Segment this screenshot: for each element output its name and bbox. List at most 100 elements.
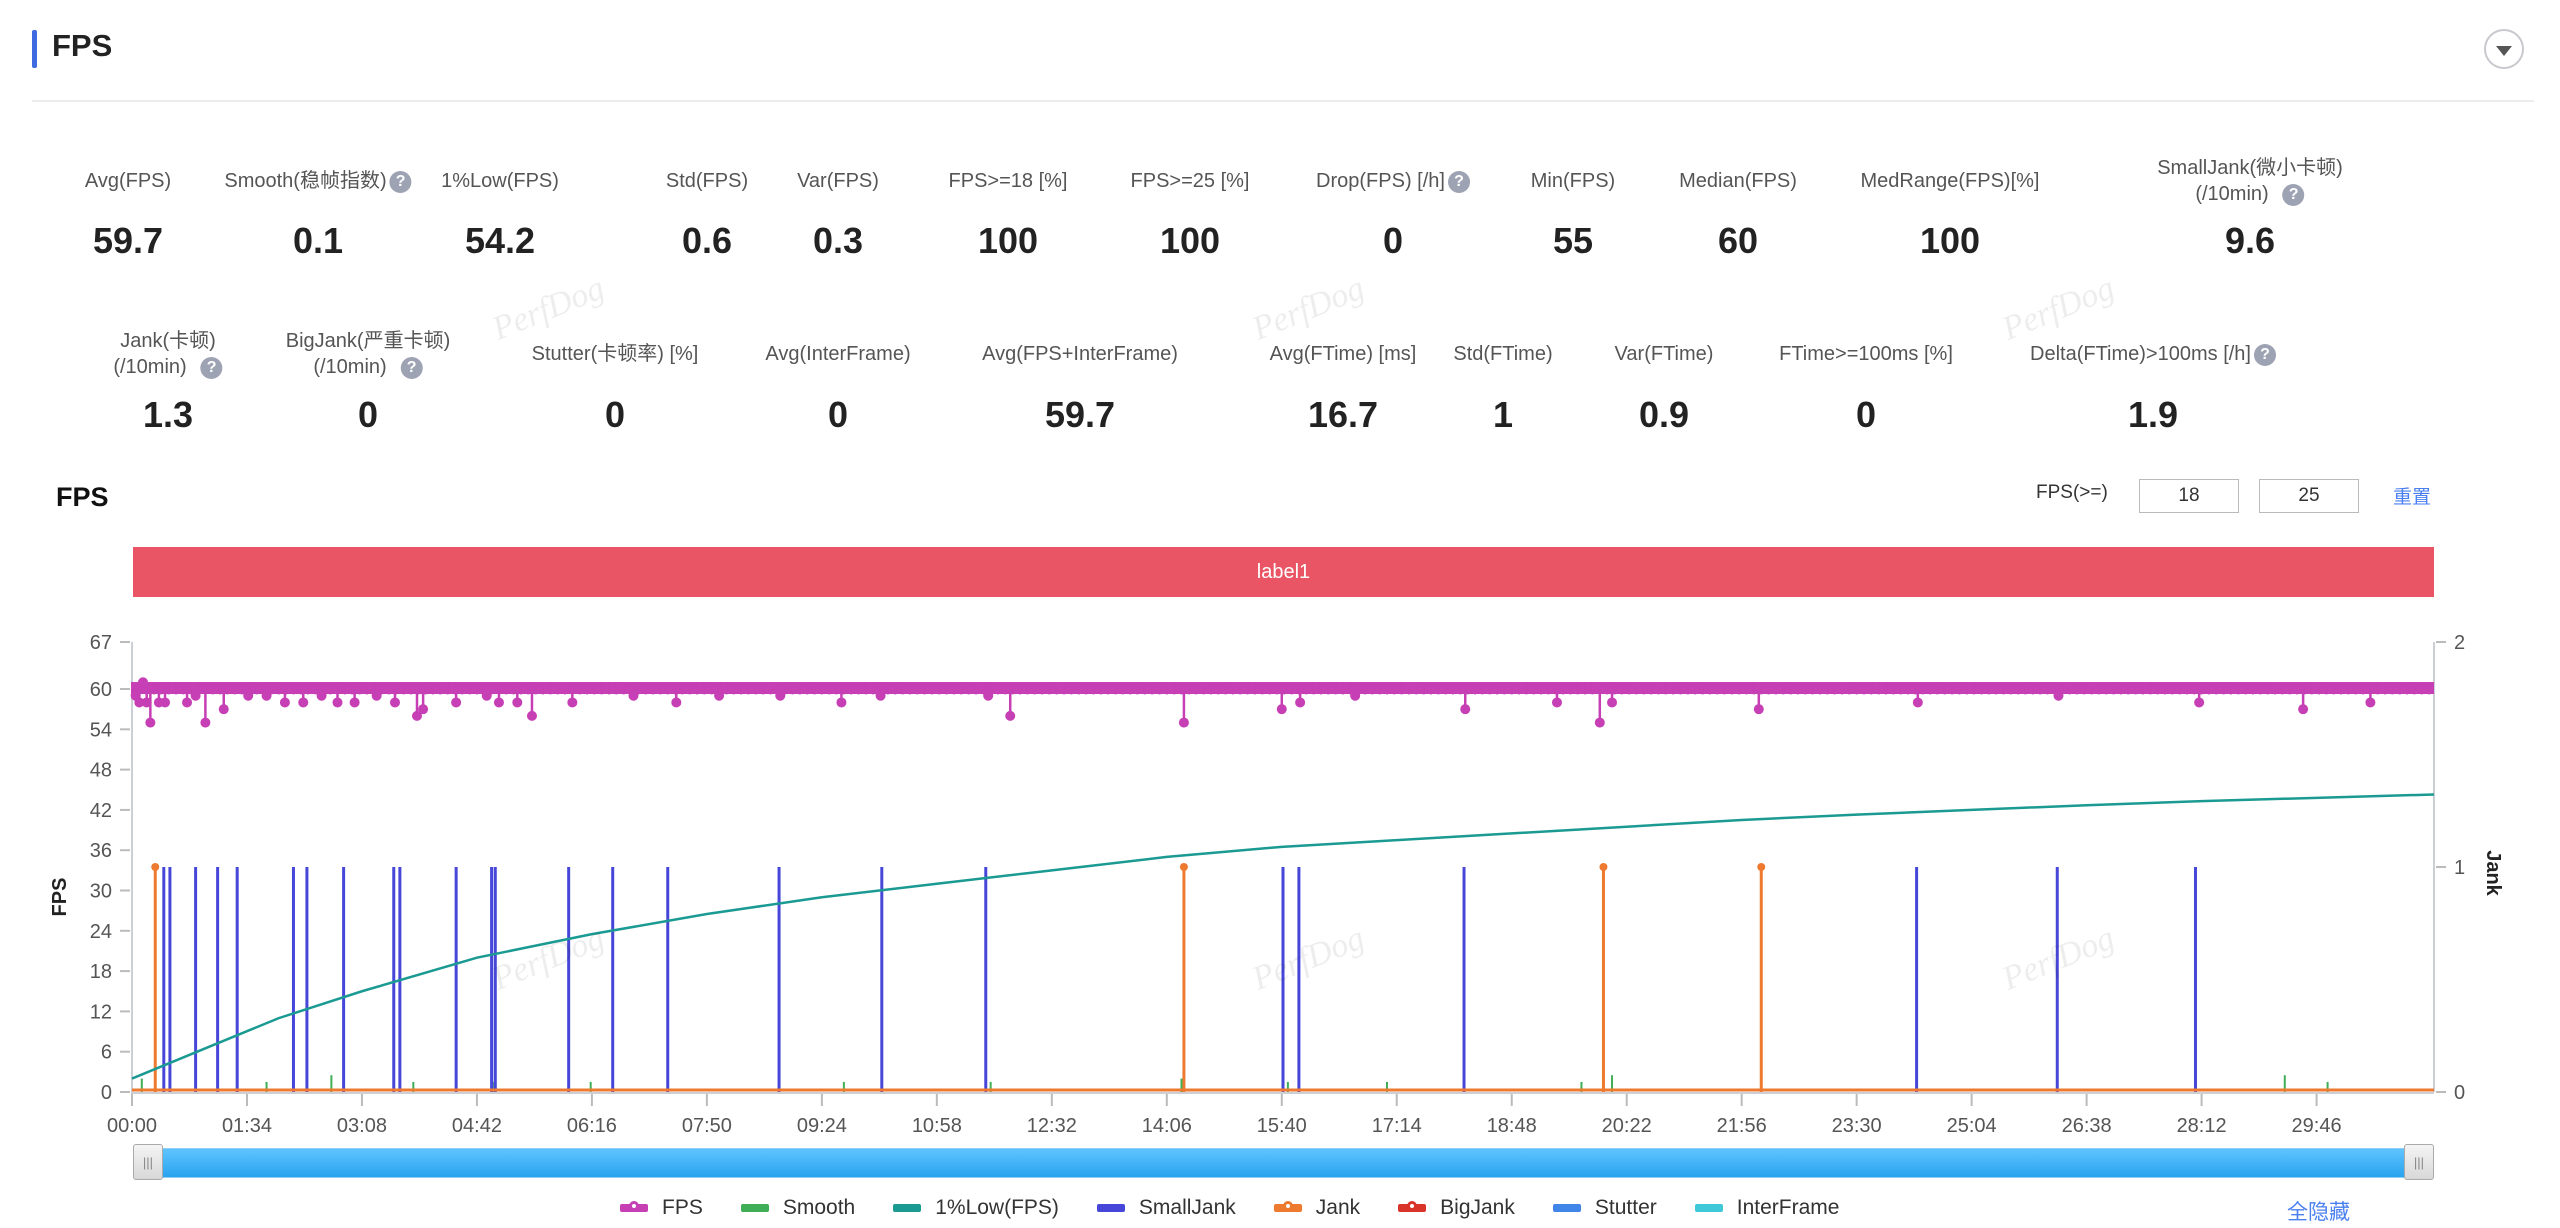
fps-point [371, 690, 382, 701]
fps-point [316, 690, 327, 701]
y-tick-label: 36 [90, 840, 112, 862]
y-right-axis-title: Jank [2482, 850, 2504, 896]
legend-swatch-icon [620, 1201, 648, 1212]
fps-point [983, 690, 994, 701]
fps-point [1178, 717, 1189, 728]
y-tick-label: 54 [90, 719, 112, 741]
x-tick-label: 21:56 [1717, 1115, 1767, 1137]
fps-point [1005, 710, 1016, 721]
fps-point [138, 677, 149, 688]
fps-point [1276, 704, 1287, 715]
legend-item-smooth[interactable]: Smooth [740, 1196, 856, 1220]
chart-legend: FPS Smooth 1%Low(FPS) SmallJank Jank BigJank S… [620, 1196, 1877, 1220]
y-tick-label: 42 [90, 800, 112, 822]
y-tick-label: 12 [90, 1001, 112, 1023]
y-tick-label: 67 [90, 632, 112, 654]
fps-point [1295, 697, 1306, 708]
fps-point [628, 690, 639, 701]
fps-point [160, 697, 171, 708]
fps-point [1607, 697, 1618, 708]
legend-swatch-icon [1273, 1201, 1302, 1212]
fps-point [261, 690, 272, 701]
y-axis-title: FPS [49, 878, 71, 917]
y-right-tick-label: 2 [2454, 632, 2465, 654]
fps-point [836, 697, 847, 708]
legend-label: Smooth [782, 1196, 856, 1219]
fps-point [218, 704, 229, 715]
fps-point [389, 697, 400, 708]
fps-point [200, 717, 211, 728]
legend-label: InterFrame [1736, 1196, 1840, 1219]
x-tick-label: 18:48 [1487, 1115, 1537, 1137]
y-tick-label: 18 [90, 961, 112, 983]
fps-point [1350, 690, 1361, 701]
y-tick-label: 24 [90, 921, 112, 943]
legend-item-1-low-fps-[interactable]: 1%Low(FPS) [893, 1196, 1059, 1220]
hide-all-link[interactable]: 全隐藏 [2287, 1196, 2350, 1226]
fps-point [182, 697, 193, 708]
x-tick-label: 17:14 [1372, 1115, 1422, 1137]
legend-item-stutter[interactable]: Stutter [1552, 1196, 1657, 1220]
legend-label: 1%Low(FPS) [935, 1196, 1059, 1219]
x-tick-label: 28:12 [2177, 1115, 2227, 1137]
fps-point [1551, 697, 1562, 708]
fps-point [243, 690, 254, 701]
legend-item-jank[interactable]: Jank [1273, 1196, 1361, 1220]
x-tick-label: 07:50 [682, 1115, 732, 1137]
fps-point [2365, 697, 2376, 708]
fps-point [451, 697, 462, 708]
legend-label: Jank [1315, 1196, 1361, 1219]
fps-point [714, 690, 725, 701]
fps-point [145, 717, 156, 728]
x-tick-label: 23:30 [1832, 1115, 1882, 1137]
fps-point [1460, 704, 1471, 715]
slider-handle-right[interactable]: ||| [2404, 1144, 2434, 1180]
legend-label: Stutter [1594, 1196, 1657, 1219]
y-tick-label: 48 [90, 760, 112, 782]
x-tick-label: 03:08 [337, 1115, 387, 1137]
y-tick-label: 6 [101, 1042, 112, 1064]
x-tick-label: 14:06 [1142, 1115, 1192, 1137]
y-right-tick-label: 1 [2454, 857, 2465, 879]
jank-point [1179, 863, 1188, 871]
fps-point [349, 697, 360, 708]
fps-point [2298, 704, 2309, 715]
y-right-tick-label: 0 [2454, 1082, 2465, 1104]
x-tick-label: 26:38 [2062, 1115, 2112, 1137]
time-range-slider[interactable] [145, 1148, 2417, 1178]
fps-point [2194, 697, 2205, 708]
fps-point [279, 697, 290, 708]
x-tick-label: 20:22 [1602, 1115, 1652, 1137]
y-tick-label: 0 [101, 1082, 112, 1104]
jank-point [1757, 863, 1766, 871]
fps-point [418, 704, 429, 715]
fps-point [526, 710, 537, 721]
fps-point [1594, 717, 1605, 728]
legend-swatch-icon [740, 1204, 769, 1212]
fps-point [1912, 697, 1923, 708]
x-tick-label: 29:46 [2292, 1115, 2342, 1137]
fps-point [332, 697, 343, 708]
legend-item-interframe[interactable]: InterFrame [1694, 1196, 1840, 1220]
x-tick-label: 25:04 [1947, 1115, 1997, 1137]
y-tick-label: 60 [90, 679, 112, 701]
fps-point [875, 690, 886, 701]
x-tick-label: 10:58 [912, 1115, 962, 1137]
fps-point [567, 697, 578, 708]
fps-point [481, 690, 492, 701]
jank-point [151, 863, 160, 871]
legend-swatch-icon [1096, 1204, 1125, 1212]
slider-handle-left[interactable]: ||| [133, 1144, 163, 1180]
x-tick-label: 09:24 [797, 1115, 847, 1137]
legend-label: SmallJank [1138, 1196, 1236, 1219]
legend-item-bigjank[interactable]: BigJank [1398, 1196, 1515, 1220]
fps-point [1753, 704, 1764, 715]
x-tick-label: 04:42 [452, 1115, 502, 1137]
legend-item-fps[interactable]: FPS [620, 1196, 703, 1220]
legend-item-smalljank[interactable]: SmallJank [1096, 1196, 1236, 1220]
legend-swatch-icon [893, 1204, 922, 1212]
fps-point [298, 697, 309, 708]
legend-swatch-icon [1552, 1204, 1581, 1212]
x-tick-label: 06:16 [567, 1115, 617, 1137]
fps-point [493, 697, 504, 708]
